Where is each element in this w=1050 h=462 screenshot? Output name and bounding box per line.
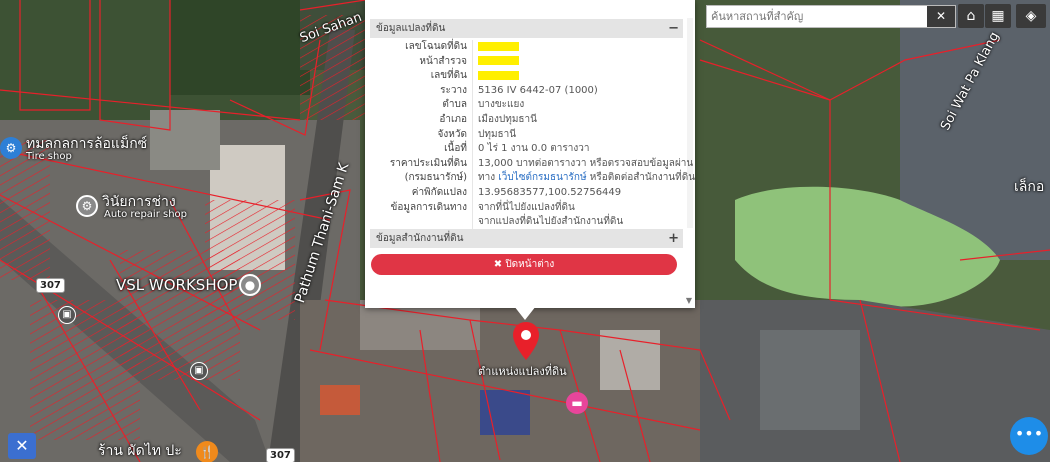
- bus-stop-icon-2[interactable]: ▣: [190, 362, 208, 380]
- tire-shop-icon[interactable]: ⚙: [0, 137, 22, 159]
- restaurant-label: ร้าน ผัดไท ปะ: [98, 443, 182, 459]
- info-row: อำเภอ เมืองปทุมธานี: [370, 112, 683, 128]
- search-input[interactable]: [707, 6, 927, 27]
- info-label: หน้าสำรวจ: [419, 55, 467, 67]
- grid-view-button[interactable]: ▦: [985, 4, 1011, 28]
- repair-shop-icon[interactable]: ⚙: [76, 195, 98, 217]
- info-row: หน้าสำรวจ: [370, 54, 683, 70]
- treasury-website-link[interactable]: เว็บไซต์กรมธนารักษ์: [498, 172, 586, 183]
- scroll-down-icon[interactable]: ▼: [686, 296, 692, 305]
- survey-page-value: [478, 55, 519, 70]
- directions-to-office-link[interactable]: จากแปลงที่ดินไปยังสำนักงานที่ดิน: [478, 215, 623, 230]
- coordinates-link[interactable]: 13.95683577,100.52756449: [478, 186, 621, 201]
- info-label: ตำบล: [442, 99, 467, 111]
- vsl-workshop-label: VSL WORKSHOP: [116, 276, 238, 294]
- search-clear-button[interactable]: ✕: [927, 6, 955, 27]
- area-value: 0 ไร่ 1 งาน 0.0 ตารางวา: [478, 143, 590, 155]
- close-window-button[interactable]: ✖ ปิดหน้าต่าง: [371, 254, 677, 275]
- subdistrict-value: บางขะแยง: [478, 99, 525, 111]
- redacted-highlight: [478, 70, 519, 80]
- bus-stop-icon[interactable]: ▣: [58, 306, 76, 324]
- expand-icon[interactable]: +: [668, 229, 679, 248]
- info-row: (กรมธนารักษ์) ทาง เว็บไซต์กรมธนารักษ์ หรื…: [370, 171, 695, 186]
- info-label: เลขที่ดิน: [430, 70, 467, 82]
- repair-shop-english-label: Auto repair shop: [104, 209, 187, 220]
- lek-label: เล็กอ: [1014, 179, 1045, 195]
- land-office-section-header[interactable]: ข้อมูลสำนักงานที่ดิน +: [370, 229, 683, 248]
- info-row: ตำบล บางขะแยง: [370, 98, 683, 113]
- treasury-text-tail: หรือติดต่อสำนักงานที่ดิน: [586, 172, 696, 184]
- land-number-value: [478, 69, 519, 84]
- treasury-info-value: ทาง เว็บไซต์กรมธนารักษ์ หรือติดต่อสำนักง…: [478, 171, 695, 186]
- restaurant-icon[interactable]: 🍴: [196, 441, 218, 462]
- title-deed-value: [478, 40, 519, 55]
- parcel-info-popup: ข้อมูลแปลงที่ดิน − เลขโฉนดที่ดิน หน้าสำร…: [365, 0, 695, 308]
- info-label: ระวาง: [440, 84, 467, 96]
- hotel-icon[interactable]: ▬: [566, 392, 588, 414]
- info-row: ค่าพิกัดแปลง 13.95683577,100.52756449: [370, 185, 683, 201]
- info-label: ราคาประเมินที่ดิน: [389, 157, 467, 169]
- route-307-shield: 307: [36, 278, 65, 293]
- info-row: จากแปลงที่ดินไปยังสำนักงานที่ดิน: [370, 215, 683, 230]
- collapse-icon[interactable]: −: [668, 19, 679, 38]
- info-row: ข้อมูลการเดินทาง จากที่นี่ไปยังแปลงที่ดิน: [370, 200, 683, 216]
- info-label: ค่าพิกัดแปลง: [411, 186, 467, 198]
- info-row: จังหวัด ปทุมธานี: [370, 127, 683, 143]
- layers-button[interactable]: ◈: [1016, 4, 1046, 28]
- parcel-info-section-title: ข้อมูลแปลงที่ดิน: [376, 23, 446, 34]
- parcel-info-table: เลขโฉนดที่ดิน หน้าสำรวจ เลขที่ดิน ระวาง 5…: [370, 40, 695, 230]
- info-row: เนื้อที่ 0 ไร่ 1 งาน 0.0 ตารางวา: [370, 142, 683, 157]
- redacted-highlight: [478, 56, 519, 66]
- info-row: ราคาประเมินที่ดิน 13,000 บาทต่อตารางวา หร…: [370, 156, 693, 172]
- info-label: (กรมธนารักษ์): [404, 172, 467, 184]
- directions-to-parcel-link[interactable]: จากที่นี่ไปยังแปลงที่ดิน: [478, 201, 575, 216]
- land-office-section-title: ข้อมูลสำนักงานที่ดิน: [376, 233, 464, 244]
- info-label: เลขโฉนดที่ดิน: [405, 41, 467, 52]
- workshop-pin-icon[interactable]: ●: [239, 274, 261, 296]
- search-box: ✕: [706, 5, 956, 28]
- info-label: จังหวัด: [437, 128, 467, 140]
- info-row: เลขโฉนดที่ดิน: [370, 40, 683, 55]
- home-button[interactable]: ⌂: [958, 4, 984, 28]
- parcel-location-pin-icon[interactable]: [512, 322, 540, 362]
- treasury-text: ทาง: [478, 172, 499, 184]
- more-options-button[interactable]: •••: [1010, 417, 1048, 455]
- province-value: ปทุมธานี: [478, 128, 517, 140]
- info-row: เลขที่ดิน: [370, 69, 683, 84]
- redacted-highlight: [478, 41, 519, 51]
- measure-tool-icon[interactable]: ✕: [8, 433, 36, 459]
- popup-pointer: [514, 306, 536, 320]
- info-label: เนื้อที่: [444, 143, 467, 155]
- info-label: ข้อมูลการเดินทาง: [390, 201, 467, 213]
- parcel-location-label: ตำแหน่งแปลงที่ดิน: [478, 365, 567, 378]
- tire-shop-english-label: Tire shop: [26, 151, 72, 162]
- appraised-price-value: 13,000 บาทต่อตารางวา หรือตรวจสอบข้อมูลผ่…: [478, 157, 694, 169]
- info-row: ระวาง 5136 IV 6442-07 (1000): [370, 83, 683, 99]
- route-307-shield-bottom: 307: [266, 448, 295, 462]
- map-sheet-value: 5136 IV 6442-07 (1000): [478, 84, 598, 96]
- parcel-info-section-header[interactable]: ข้อมูลแปลงที่ดิน −: [370, 19, 683, 38]
- info-label: อำเภอ: [439, 113, 467, 125]
- district-value: เมืองปทุมธานี: [478, 113, 537, 125]
- popup-scrollbar[interactable]: [687, 18, 693, 228]
